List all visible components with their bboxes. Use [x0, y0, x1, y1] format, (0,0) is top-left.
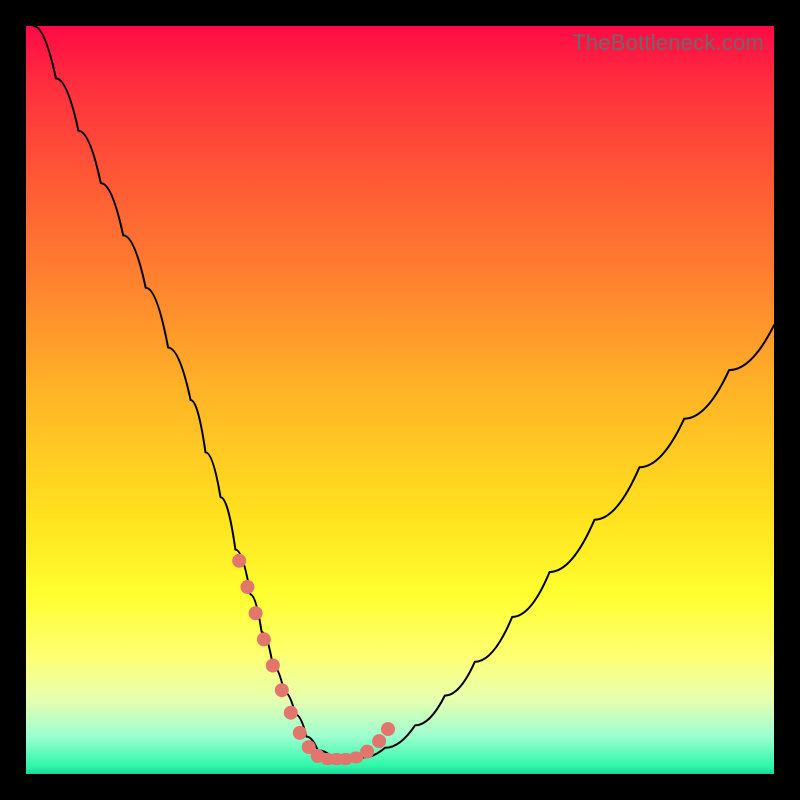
marker-dot	[360, 745, 374, 759]
marker-dot	[249, 606, 263, 620]
marker-dot	[275, 683, 289, 697]
marker-dot	[284, 706, 298, 720]
marker-dot	[232, 554, 246, 568]
chart-area: TheBottleneck.com	[26, 26, 774, 774]
marker-dot	[372, 734, 386, 748]
bottleneck-curve	[34, 26, 775, 759]
marker-dot	[257, 632, 271, 646]
highlight-markers	[232, 554, 395, 765]
marker-dot	[381, 722, 395, 736]
marker-dot	[293, 726, 307, 740]
marker-dot	[266, 659, 280, 673]
marker-dot	[240, 580, 254, 594]
plot-svg	[26, 26, 774, 774]
